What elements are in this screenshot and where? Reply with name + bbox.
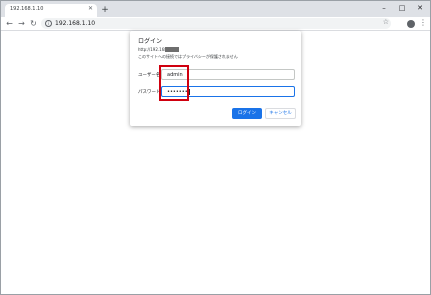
text-caret [189,89,190,95]
browser-tab[interactable]: 192.168.1.10 ✕ [5,4,97,17]
back-arrow-icon[interactable]: ← [4,18,15,29]
login-dialog: ログイン http://192.168 このサイトへの接続ではプライバシーが保護… [130,31,301,126]
highlight-annotation [159,65,189,101]
browser-window: 192.168.1.10 ✕ + – □ ✕ ← → ↻ i 192.168.1… [0,0,431,295]
minimize-button[interactable]: – [377,3,391,14]
username-label: ユーザー名 [138,73,161,78]
close-window-button[interactable]: ✕ [413,3,427,14]
login-button[interactable]: ログイン [232,108,262,119]
title-bar: 192.168.1.10 ✕ + – □ ✕ [1,1,430,17]
password-label: パスワード [138,90,161,95]
reload-icon[interactable]: ↻ [28,18,39,29]
menu-kebab-icon[interactable]: ⋮ [419,18,427,27]
profile-avatar-icon[interactable] [407,20,415,28]
bookmark-star-icon[interactable]: ☆ [383,18,389,26]
dialog-title: ログイン [138,38,163,45]
dialog-url: http://192.168 [138,47,167,52]
close-icon[interactable]: ✕ [88,5,93,12]
cancel-button[interactable]: キャンセル [265,108,296,119]
tab-title: 192.168.1.10 [10,6,44,12]
dialog-warning: このサイトへの接続ではプライバシーが保護されません [138,54,238,59]
toolbar: ← → ↻ i 192.168.1.10 ☆ [1,17,430,31]
url-text[interactable]: 192.168.1.10 [55,19,95,28]
info-icon[interactable]: i [45,20,52,27]
maximize-button[interactable]: □ [395,3,409,14]
address-bar[interactable]: i 192.168.1.10 ☆ [41,18,391,29]
redacted-url-mask [165,47,179,52]
new-tab-button[interactable]: + [99,4,111,16]
forward-arrow-icon[interactable]: → [16,18,27,29]
